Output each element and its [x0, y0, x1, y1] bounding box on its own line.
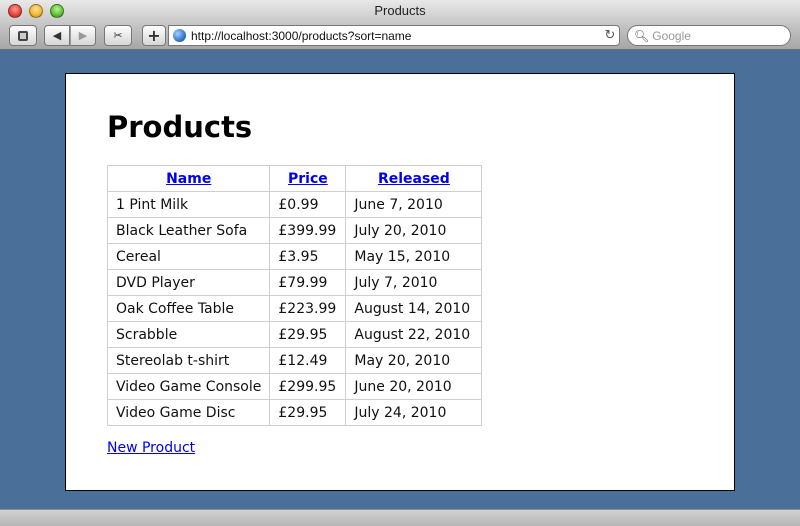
search-icon: 🔍︎ [634, 28, 650, 43]
table-row: Stereolab t-shirt £12.49 May 20, 2010 [106, 347, 483, 374]
product-name-cell: 1 Pint Milk [106, 191, 271, 218]
search-field[interactable]: 🔍︎ Google [627, 25, 791, 46]
url-text[interactable]: http://localhost:3000/products?sort=name [191, 29, 601, 43]
product-name-cell: DVD Player [106, 269, 271, 296]
address-bar[interactable]: http://localhost:3000/products?sort=name… [168, 25, 620, 46]
product-price-cell: £29.95 [269, 399, 347, 426]
table-row: 1 Pint Milk £0.99 June 7, 2010 [106, 191, 483, 218]
product-released-cell: August 22, 2010 [345, 321, 483, 348]
snippet-button[interactable]: ✂ [104, 25, 132, 46]
product-price-cell: £0.99 [269, 191, 347, 218]
products-table: Name Price Released 1 Pint Milk £0.99 June… [106, 165, 483, 426]
product-name-cell: Cereal [106, 243, 271, 270]
sort-price-link[interactable]: Price [288, 171, 328, 187]
product-released-cell: June 7, 2010 [345, 191, 483, 218]
back-button[interactable]: ◀ [44, 25, 70, 46]
bookmarks-button[interactable] [9, 25, 37, 46]
bookmarks-icon [18, 30, 28, 41]
product-price-cell: £12.49 [269, 347, 347, 374]
table-row: Video Game Disc £29.95 July 24, 2010 [106, 399, 483, 426]
globe-icon [173, 29, 186, 42]
product-name-cell: Oak Coffee Table [106, 295, 271, 322]
table-row: Black Leather Sofa £399.99 July 20, 2010 [106, 217, 483, 244]
table-body: 1 Pint Milk £0.99 June 7, 2010 Black Leathe… [106, 191, 483, 426]
product-released-cell: May 15, 2010 [345, 243, 483, 270]
table-row: DVD Player £79.99 July 7, 2010 [106, 269, 483, 296]
reload-icon[interactable]: ↻ [601, 28, 619, 43]
table-row: Oak Coffee Table £223.99 August 14, 2010 [106, 295, 483, 322]
status-bar [0, 509, 800, 526]
product-price-cell: £3.95 [269, 243, 347, 270]
search-placeholder[interactable]: Google [652, 29, 691, 43]
product-name-cell: Stereolab t-shirt [106, 347, 271, 374]
add-bookmark-button[interactable]: + [142, 25, 166, 46]
new-product-link[interactable]: New Product [107, 440, 195, 456]
minimize-window-button[interactable] [29, 4, 43, 18]
sort-name-link[interactable]: Name [166, 171, 211, 187]
product-name-cell: Scrabble [106, 321, 271, 348]
table-row: Scrabble £29.95 August 22, 2010 [106, 321, 483, 348]
product-price-cell: £79.99 [269, 269, 347, 296]
close-window-button[interactable] [8, 4, 22, 18]
table-header-row: Name Price Released [106, 165, 483, 192]
product-released-cell: July 7, 2010 [345, 269, 483, 296]
zoom-window-button[interactable] [50, 4, 64, 18]
product-released-cell: May 20, 2010 [345, 347, 483, 374]
product-price-cell: £299.95 [269, 373, 347, 400]
page-title: Products [107, 110, 253, 144]
table-row: Video Game Console £299.95 June 20, 2010 [106, 373, 483, 400]
product-released-cell: June 20, 2010 [345, 373, 483, 400]
forward-button[interactable]: ▶ [70, 25, 96, 46]
product-price-cell: £223.99 [269, 295, 347, 322]
product-name-cell: Black Leather Sofa [106, 217, 271, 244]
table-row: Cereal £3.95 May 15, 2010 [106, 243, 483, 270]
title-bar: Products [0, 0, 800, 22]
sort-released-link[interactable]: Released [378, 171, 450, 187]
product-name-cell: Video Game Disc [106, 399, 271, 426]
product-released-cell: July 20, 2010 [345, 217, 483, 244]
product-released-cell: July 24, 2010 [345, 399, 483, 426]
page-content: Products Name Price Released 1 Pint Milk… [65, 73, 735, 491]
product-price-cell: £29.95 [269, 321, 347, 348]
product-name-cell: Video Game Console [106, 373, 271, 400]
product-price-cell: £399.99 [269, 217, 347, 244]
browser-toolbar: ◀ ▶ ✂ + http://localhost:3000/products?s… [0, 22, 800, 50]
window-title: Products [374, 3, 426, 18]
product-released-cell: August 14, 2010 [345, 295, 483, 322]
